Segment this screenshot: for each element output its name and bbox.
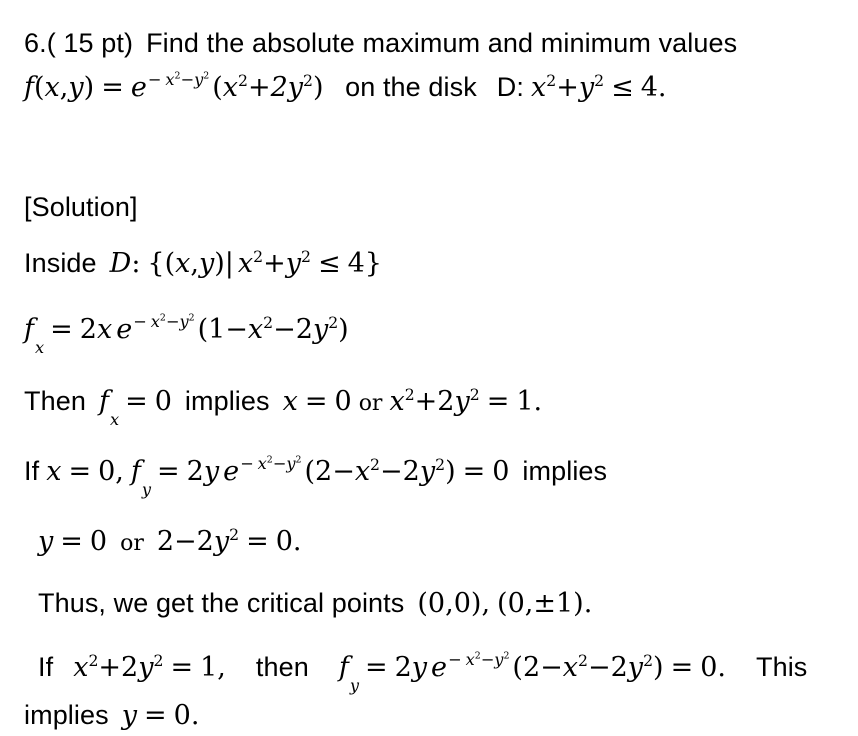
problem-text: Find the absolute maximum and minimum va… — [146, 28, 738, 58]
final-implication-line: implies y = 0. — [24, 700, 199, 731]
fx-zero-condition: fx= 0 — [98, 386, 172, 430]
then-result-a: x = 0 — [282, 386, 352, 417]
implies-word-3: implies — [24, 700, 109, 730]
fy-derivative-expression: fy= 2y e− x2−y2 (2−x2−2y2) = 0 — [130, 454, 510, 500]
fy-symbol: f — [130, 456, 141, 487]
inside-domain-line: Inside D: {(x,y)| x2+y2 ≤4} — [24, 248, 382, 279]
document-page: 6.( 15 pt) Find the absolute maximum and … — [0, 0, 858, 736]
domain-intro-text: on the disk — [345, 72, 477, 102]
critical-points-values: (0,0), (0,±1). — [417, 588, 593, 619]
if-word-1: If — [24, 456, 40, 486]
if-word-2: If — [38, 652, 54, 682]
function-definition: f(x,y) = e− x2−y2 (x2+2y2) — [24, 70, 324, 103]
domain-label: D: — [496, 72, 524, 102]
final-result: y = 0. — [121, 700, 200, 731]
problem-statement-line1: 6.( 15 pt) Find the absolute maximum and … — [24, 28, 737, 59]
if-ellipse-case-line: If x2+2y2 = 1, then fy= 2y e− x2−y2 (2−x2−2y2) = 0.… — [38, 650, 808, 696]
fx-derivative-line: fx= 2x e− x2−y2 (1−x2−2y2) — [24, 312, 349, 358]
thus-text: Thus, we get the critical points — [38, 588, 405, 618]
if-x-zero-line: If x = 0, fy= 2y e− x2−y2 (2−x2−2y2) = 0 implies — [24, 454, 608, 500]
problem-points: ( 15 pt) — [46, 28, 134, 58]
fy-second-expression: fy= 2y e− x2−y2 (2−x2−2y2) = 0. — [338, 650, 726, 696]
y-solutions-line: y = 0 or 2−2y2 = 0. — [38, 525, 302, 557]
critical-points-line: Thus, we get the critical points (0,0), (0… — [38, 588, 592, 619]
fy2-symbol: f — [338, 652, 349, 683]
this-word: This — [755, 652, 808, 682]
inside-set-expression: D: {(x,y)| x2+y2 ≤4} — [109, 247, 382, 279]
fy2-subscript: y — [349, 676, 359, 696]
then-result-b: x2+2y2 = 1. — [389, 385, 543, 417]
implies-word-1: implies — [184, 386, 270, 416]
if-condition-1: x = 0, — [46, 456, 124, 487]
y-result-b: 2−2y2 = 0. — [156, 525, 302, 557]
then-word: Then — [24, 386, 86, 416]
if-condition-2: x2+2y2 = 1, — [73, 651, 226, 683]
or-word-1: or — [358, 391, 383, 416]
or-word-2: or — [120, 531, 144, 556]
then-implies-line: Then fx= 0 implies x = 0 or x2+2y2 = 1. — [24, 385, 543, 430]
solution-heading: [Solution] — [24, 192, 138, 222]
fx-symbol: f — [24, 314, 34, 345]
fx-subscript: x — [35, 338, 45, 358]
fy-subscript: y — [141, 480, 151, 500]
implies-word-2: implies — [522, 456, 608, 486]
problem-statement-line2: f(x,y) = e− x2−y2 (x2+2y2) on the disk D: x2+y… — [24, 70, 667, 103]
inside-label: Inside — [24, 248, 97, 278]
then-word-2: then — [255, 652, 309, 682]
problem-number: 6. — [24, 28, 47, 58]
domain-condition: x2+y2 ≤4. — [531, 71, 667, 103]
